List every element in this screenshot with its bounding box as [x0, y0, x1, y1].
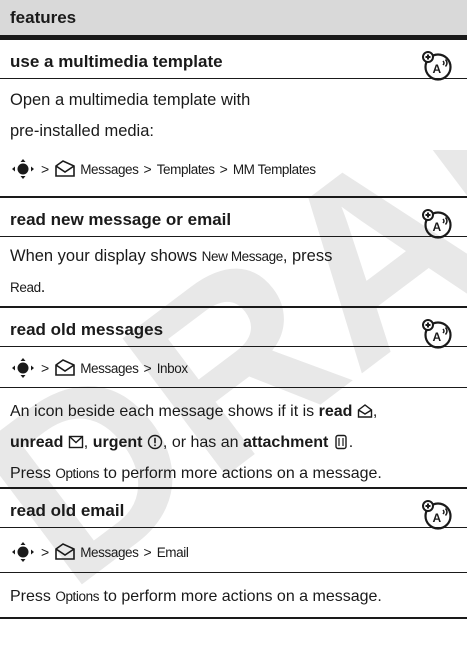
path-item: Messages — [80, 544, 139, 560]
messages-icon — [55, 160, 75, 177]
key-label: Options — [55, 466, 100, 481]
unread-label: unread — [10, 434, 64, 451]
section-body: When your display shows New Message, pre… — [10, 241, 457, 303]
attachment-icon — [335, 434, 347, 450]
svg-text:A: A — [433, 330, 442, 344]
text: , press — [282, 247, 333, 265]
nav-key-icon — [12, 358, 34, 378]
header-title: features — [10, 7, 77, 27]
body-line: An icon beside each message shows if it … — [10, 403, 378, 420]
body-line: pre-installed media: — [10, 122, 154, 140]
unread-message-icon — [68, 435, 83, 449]
body-line: Press Options to perform more actions on… — [10, 581, 457, 612]
urgent-icon — [147, 434, 163, 450]
nav-key-icon — [12, 542, 34, 562]
section-title-bar: read new message or email — [0, 198, 467, 237]
key-label: New Message — [201, 249, 284, 264]
path-item: Messages — [80, 161, 139, 177]
text: , or has an — [162, 434, 243, 451]
path-item: Email — [156, 544, 189, 560]
body-line: unread , urgent , or has an attachment . — [10, 434, 354, 451]
path-item: Inbox — [156, 360, 188, 376]
section-title-bar: read old messages — [0, 308, 467, 347]
text: to perform more actions on a message. — [99, 588, 382, 605]
svg-text:A: A — [433, 220, 442, 234]
body-line: Press Options to perform more actions on… — [10, 458, 457, 489]
path-item: Messages — [80, 360, 139, 376]
svg-text:A: A — [433, 511, 442, 525]
section-multimedia-template: use a multimedia template A Open a multi… — [0, 40, 467, 198]
section-title-bar: read old email — [0, 489, 467, 528]
path-item: Templates — [156, 161, 215, 177]
key-label: Options — [55, 589, 100, 604]
body-line: Open a multimedia template with — [10, 91, 251, 109]
features-header: features — [0, 0, 467, 40]
menu-path: > Messages > Inbox — [0, 349, 467, 388]
body-line: When your display shows New Message, pre… — [10, 241, 457, 272]
section-title: read new message or email — [10, 210, 232, 229]
section-body: Open a multimedia template with pre-inst… — [10, 85, 457, 147]
path-separator: > — [41, 360, 50, 376]
text: to perform more actions on a message. — [99, 465, 382, 482]
key-label: Read — [10, 280, 41, 295]
section-body: An icon beside each message shows if it … — [10, 396, 457, 489]
section-title: read old email — [10, 501, 125, 520]
path-separator: > — [143, 544, 152, 560]
path-separator: > — [41, 161, 50, 177]
text: . — [40, 278, 46, 296]
network-feature-icon: A — [422, 500, 452, 530]
path-separator: > — [143, 360, 152, 376]
read-message-icon — [357, 404, 373, 418]
text: Press — [10, 465, 56, 482]
section-title: read old messages — [10, 320, 164, 339]
section-read-old-messages: read old messages A > Messages > Inbox A… — [0, 308, 467, 489]
text: When your display shows — [10, 247, 202, 265]
section-title-bar: use a multimedia template — [0, 40, 467, 79]
text: An icon beside each message shows if it … — [10, 403, 319, 420]
urgent-label: urgent — [92, 434, 143, 451]
section-body: Press Options to perform more actions on… — [10, 581, 457, 612]
attachment-label: attachment — [242, 434, 329, 451]
path-separator: > — [143, 161, 152, 177]
svg-text:A: A — [433, 62, 442, 76]
nav-key-icon — [12, 159, 34, 179]
network-feature-icon: A — [422, 51, 452, 81]
messages-icon — [55, 543, 75, 560]
body-line: Read. — [10, 272, 457, 303]
menu-path: > Messages > Templates > MM Templates — [10, 151, 457, 187]
section-read-new-message: read new message or email A When your di… — [0, 198, 467, 308]
text: Press — [10, 588, 56, 605]
path-separator: > — [41, 544, 50, 560]
network-feature-icon: A — [422, 209, 452, 239]
menu-path: > Messages > Email — [0, 532, 467, 573]
path-separator: > — [219, 161, 228, 177]
network-feature-icon: A — [422, 319, 452, 349]
section-title: use a multimedia template — [10, 52, 223, 71]
path-item: MM Templates — [232, 161, 316, 177]
page: features use a multimedia template A Ope… — [0, 0, 467, 662]
messages-icon — [55, 359, 75, 376]
section-read-old-email: read old email A > Messages > Email Pres… — [0, 489, 467, 619]
read-label: read — [318, 403, 353, 420]
